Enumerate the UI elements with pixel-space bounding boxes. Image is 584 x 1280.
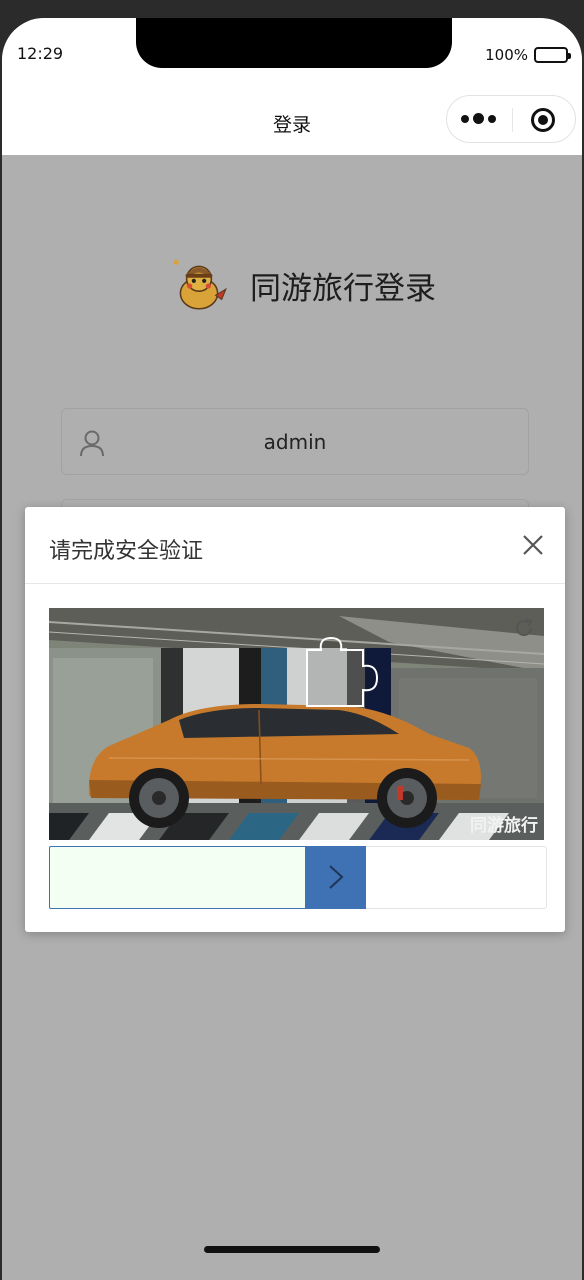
username-field[interactable]: admin (61, 408, 529, 475)
target-icon[interactable] (531, 108, 555, 132)
captcha-slider[interactable] (49, 846, 547, 909)
brand-header: 同游旅行登录 (168, 254, 436, 316)
phone-screen: 12:29 100% 登录 同游旅行登录 admin 请完成安全验证 同游旅行 (2, 18, 582, 1280)
battery-icon (534, 47, 571, 63)
close-icon[interactable] (521, 533, 545, 557)
battery-status: 100% (485, 46, 571, 64)
slider-progress (49, 846, 306, 909)
home-indicator[interactable] (204, 1246, 380, 1253)
chevron-right-icon (329, 865, 344, 889)
more-dots-icon[interactable] (461, 113, 496, 124)
battery-percent: 100% (485, 46, 528, 64)
captcha-header: 请完成安全验证 (25, 507, 565, 584)
captcha-dialog: 请完成安全验证 同游旅行 (25, 507, 565, 932)
captcha-title: 请完成安全验证 (49, 539, 204, 564)
slider-handle[interactable] (306, 846, 366, 909)
watermark: 同游旅行 (470, 816, 538, 836)
status-time: 12:29 (17, 44, 64, 63)
mascot-logo (173, 259, 227, 310)
captcha-image: 同游旅行 (49, 608, 544, 840)
mini-program-capsule (446, 95, 576, 143)
nav-bar: 登录 (2, 80, 582, 155)
notch (136, 18, 452, 68)
capsule-divider (512, 108, 513, 132)
username-value: admin (263, 430, 327, 454)
car-picture (49, 608, 544, 840)
brand-title: 同游旅行登录 (250, 270, 436, 307)
refresh-icon[interactable] (512, 616, 536, 640)
